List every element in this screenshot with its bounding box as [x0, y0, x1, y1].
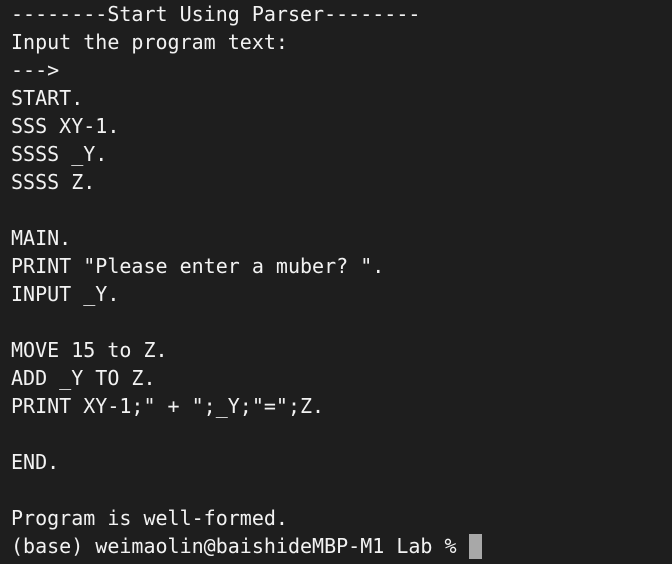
cursor-block[interactable]: [468, 533, 482, 559]
terminal-window[interactable]: --------Start Using Parser-------- Input…: [0, 0, 672, 564]
shell-prompt: (base) weimaolin@baishideMBP-M1 Lab %: [11, 534, 457, 558]
status-message: Program is well-formed.: [11, 506, 288, 530]
output-line: PRINT "Please enter a muber? ".: [11, 254, 385, 278]
output-line: PRINT XY-1;" + ";_Y;"=";Z.: [11, 394, 325, 418]
output-line: Input the program text:: [11, 30, 288, 54]
shell-prompt-line[interactable]: (base) weimaolin@baishideMBP-M1 Lab %: [11, 532, 672, 560]
output-line: ADD _Y TO Z.: [11, 366, 156, 390]
output-line: SSSS _Y.: [11, 142, 108, 166]
output-line: --------Start Using Parser--------: [11, 2, 421, 26]
output-line: MAIN.: [11, 226, 72, 250]
output-line: INPUT _Y.: [11, 282, 120, 306]
output-line: START.: [11, 86, 84, 110]
output-line: --->: [11, 58, 60, 82]
terminal-output: --------Start Using Parser-------- Input…: [11, 0, 672, 560]
output-line: SSSS Z.: [11, 170, 96, 194]
output-line: END.: [11, 450, 60, 474]
output-line: MOVE 15 to Z.: [11, 338, 168, 362]
output-line: SSS XY-1.: [11, 114, 120, 138]
